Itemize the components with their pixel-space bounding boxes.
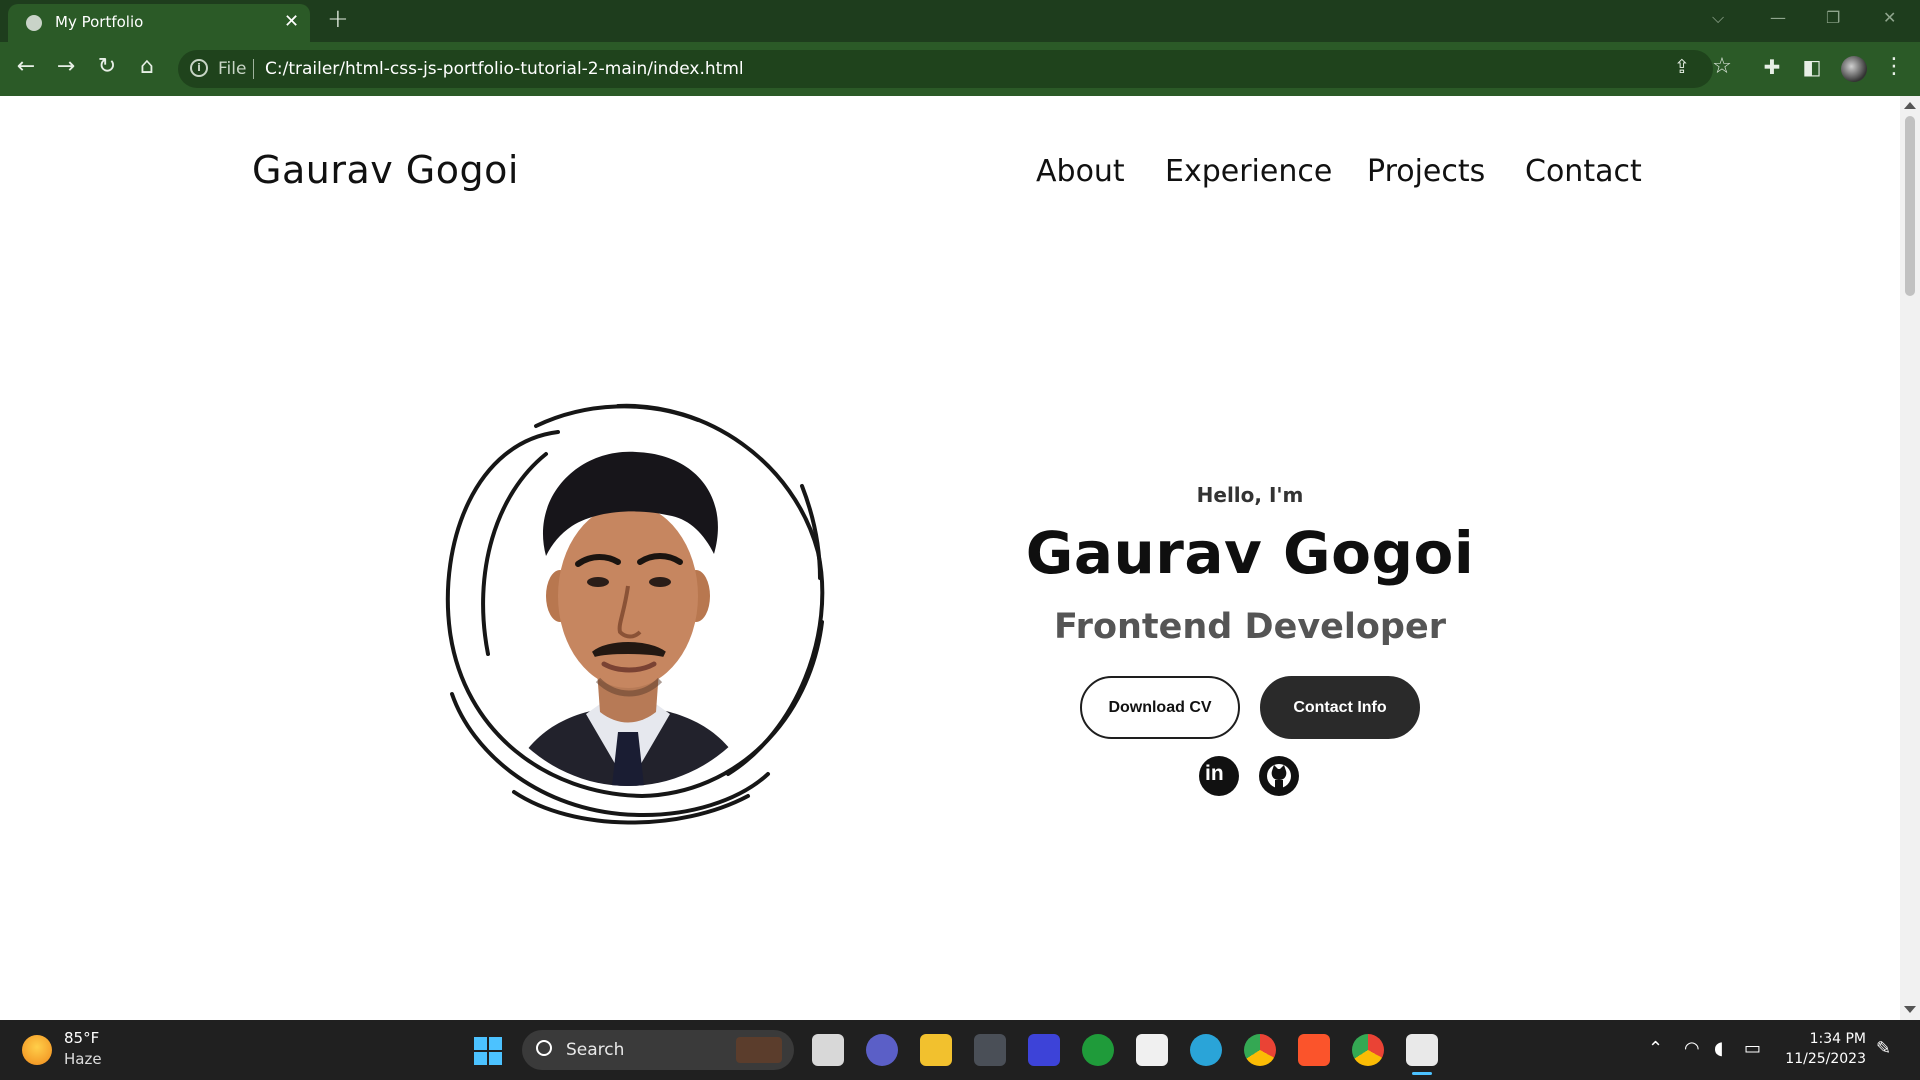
- wifi-icon[interactable]: ◠: [1684, 1038, 1700, 1059]
- side-panel-icon[interactable]: ◧: [1798, 55, 1826, 79]
- url-divider: [253, 59, 254, 79]
- scribble-ring: [445, 403, 825, 825]
- back-icon[interactable]: ←: [12, 55, 40, 79]
- brave-icon[interactable]: [1298, 1034, 1330, 1066]
- search-highlight-icon: [736, 1037, 782, 1063]
- show-hidden-icons[interactable]: ⌃: [1648, 1038, 1663, 1059]
- hero-greeting: Hello, I'm: [1196, 483, 1304, 507]
- search-icon: [536, 1040, 552, 1056]
- nav-about[interactable]: About: [1036, 154, 1125, 189]
- new-tab-button[interactable]: +: [327, 4, 349, 34]
- chrome-profile-icon[interactable]: [1352, 1034, 1384, 1066]
- clock-date: 11/25/2023: [1785, 1051, 1866, 1067]
- github-icon[interactable]: [1259, 756, 1299, 796]
- web-page: Gaurav Gogoi About Experience Projects C…: [0, 96, 1900, 1020]
- volume-icon[interactable]: ◖: [1714, 1038, 1723, 1059]
- page-scrollbar[interactable]: [1900, 96, 1920, 1020]
- bookmark-star-icon[interactable]: ☆: [1708, 55, 1736, 79]
- snipping-tool-icon[interactable]: [1406, 1034, 1438, 1066]
- download-cv-button[interactable]: Download CV: [1080, 676, 1240, 739]
- minimize-icon[interactable]: —: [1770, 8, 1786, 27]
- microsoft-store-icon[interactable]: [1136, 1034, 1168, 1066]
- site-info-icon[interactable]: i: [190, 59, 208, 77]
- scroll-up-icon[interactable]: [1904, 102, 1916, 109]
- browser-tab[interactable]: My Portfolio ✕: [8, 4, 310, 42]
- url-scheme: File: [218, 59, 247, 79]
- site-logo[interactable]: Gaurav Gogoi: [252, 148, 519, 192]
- scroll-thumb[interactable]: [1905, 116, 1915, 296]
- weather-temperature[interactable]: 85°F: [64, 1029, 99, 1047]
- share-icon[interactable]: ⇪: [1668, 55, 1696, 79]
- nav-projects[interactable]: Projects: [1367, 154, 1485, 189]
- app-icon[interactable]: [1028, 1034, 1060, 1066]
- close-window-icon[interactable]: ✕: [1883, 8, 1896, 27]
- nav-experience[interactable]: Experience: [1165, 154, 1332, 189]
- system-clock[interactable]: 1:34 PM 11/25/2023: [1785, 1029, 1866, 1069]
- contact-info-button[interactable]: Contact Info: [1260, 676, 1420, 739]
- clock-time: 1:34 PM: [1809, 1031, 1866, 1047]
- teams-chat-icon[interactable]: [866, 1034, 898, 1066]
- xbox-icon[interactable]: [1082, 1034, 1114, 1066]
- browser-toolbar: ← → ↻ ⌂ i File C:/trailer/html-css-js-po…: [0, 42, 1920, 96]
- edge-icon[interactable]: [1190, 1034, 1222, 1066]
- windows-taskbar: 85°F Haze Search ⌃ ◠ ◖ ▭ 1:34 PM 11/25/2…: [0, 1020, 1920, 1080]
- close-tab-icon[interactable]: ✕: [284, 11, 299, 32]
- menu-icon[interactable]: ⋮: [1880, 55, 1908, 79]
- chrome-icon[interactable]: [1244, 1034, 1276, 1066]
- unity-icon[interactable]: [974, 1034, 1006, 1066]
- address-bar[interactable]: i File C:/trailer/html-css-js-portfolio-…: [178, 50, 1713, 88]
- weather-icon[interactable]: [22, 1035, 52, 1065]
- tab-title: My Portfolio: [55, 13, 144, 31]
- globe-icon: [26, 15, 42, 31]
- nav-contact[interactable]: Contact: [1525, 154, 1642, 189]
- search-label: Search: [566, 1040, 625, 1060]
- weather-condition[interactable]: Haze: [64, 1050, 102, 1068]
- profile-picture: [436, 402, 830, 830]
- hero-name: Gaurav Gogoi: [1025, 519, 1475, 587]
- notifications-icon[interactable]: ✎: [1876, 1038, 1891, 1059]
- task-view-icon[interactable]: [812, 1034, 844, 1066]
- reload-icon[interactable]: ↻: [93, 55, 121, 79]
- battery-icon[interactable]: ▭: [1744, 1038, 1761, 1059]
- home-icon[interactable]: ⌂: [133, 55, 161, 79]
- profile-avatar[interactable]: [1841, 56, 1867, 82]
- scroll-down-icon[interactable]: [1904, 1006, 1916, 1013]
- taskbar-search[interactable]: Search: [522, 1030, 794, 1070]
- windows-start-icon[interactable]: [474, 1037, 502, 1065]
- extensions-icon[interactable]: ✚: [1758, 55, 1786, 79]
- file-explorer-icon[interactable]: [920, 1034, 952, 1066]
- hero-role: Frontend Developer: [1054, 607, 1446, 647]
- tab-search-icon[interactable]: ⌵: [1712, 8, 1724, 28]
- linkedin-icon-glyph: in: [1205, 762, 1224, 785]
- url-text[interactable]: C:/trailer/html-css-js-portfolio-tutoria…: [265, 59, 744, 79]
- restore-icon[interactable]: ❐: [1826, 8, 1840, 27]
- browser-tab-strip: My Portfolio ✕ + ⌵ — ❐ ✕: [0, 0, 1920, 42]
- forward-icon[interactable]: →: [52, 55, 80, 79]
- active-app-indicator: [1412, 1072, 1432, 1075]
- linkedin-icon[interactable]: in: [1199, 756, 1239, 796]
